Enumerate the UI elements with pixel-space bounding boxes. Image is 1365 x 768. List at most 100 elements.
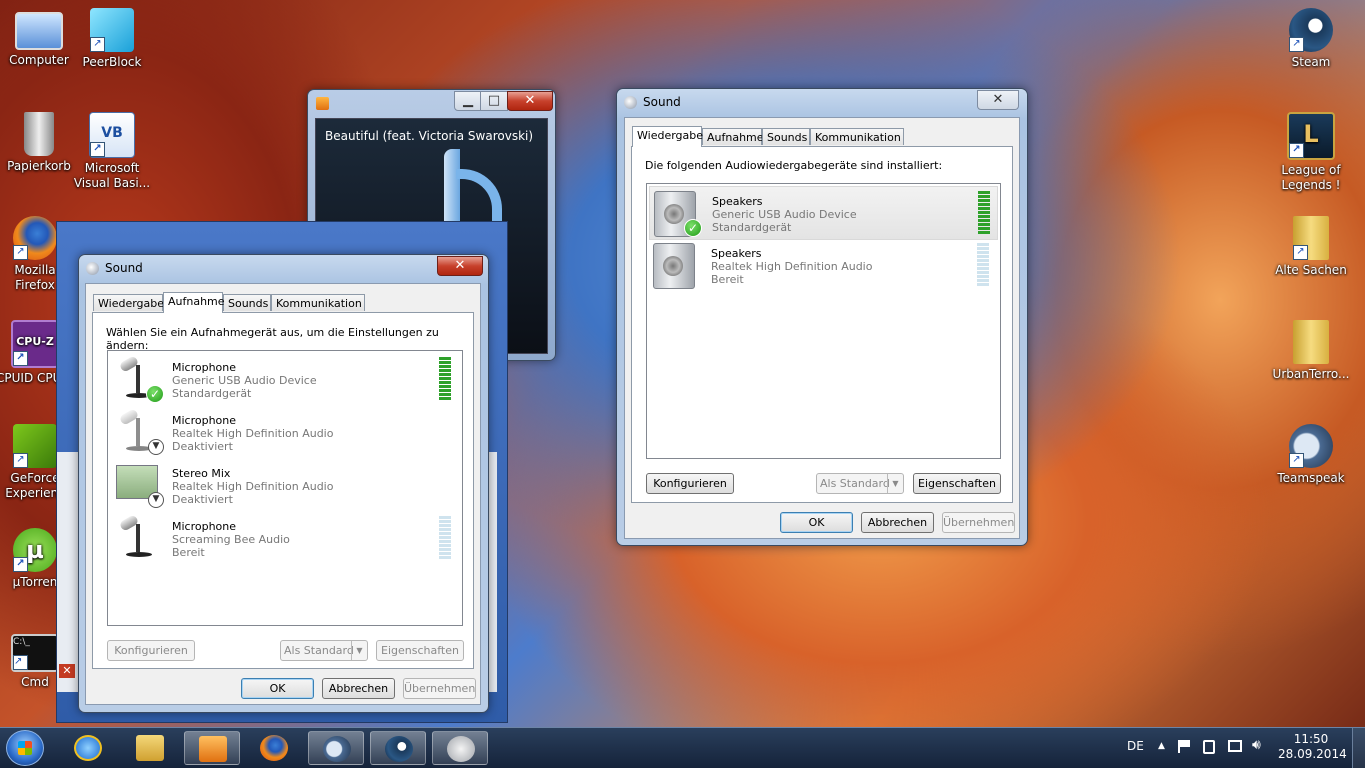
visual-basic-icon: VB ↗ [89, 112, 135, 158]
meter-segment [977, 243, 989, 246]
device-list[interactable]: ✓ Speakers Generic USB Audio Device Stan… [646, 183, 1001, 459]
action-center-flag-icon[interactable] [1178, 740, 1192, 753]
utorrent-icon: µ ↗ [13, 528, 57, 572]
dialog-client: Wiedergabe Aufnahme Sounds Kommunikation… [85, 283, 481, 705]
meter-segment [978, 219, 990, 222]
meter-segment [439, 536, 451, 539]
media-player-icon [199, 736, 227, 762]
cancel-button[interactable]: Abbrechen [861, 512, 934, 533]
device-name: Microphone [172, 520, 237, 533]
language-indicator[interactable]: DE [1127, 739, 1144, 753]
taskbar-ie[interactable] [60, 731, 116, 765]
shortcut-arrow-icon: ↗ [90, 142, 105, 157]
tab-panel: Die folgenden Audiowiedergabegeräte sind… [631, 146, 1013, 503]
meter-segment [439, 544, 451, 547]
desktop-icon-peerblock[interactable]: ↗ PeerBlock [73, 8, 151, 70]
desktop-icon-alte-sachen[interactable]: ↗ Alte Sachen [1272, 216, 1350, 278]
device-list[interactable]: ✓ Microphone Generic USB Audio Device St… [107, 350, 463, 626]
desktop-icon-computer[interactable]: Computer [0, 8, 78, 68]
tab-aufnahme[interactable]: Aufnahme [163, 292, 225, 313]
tab-wiedergabe[interactable]: Wiedergabe [93, 294, 164, 311]
device-status: Standardgerät [712, 221, 792, 234]
meter-segment [439, 361, 451, 364]
meter-segment [439, 381, 451, 384]
ok-button[interactable]: OK [780, 512, 853, 533]
maximize-button[interactable]: □ [480, 91, 508, 111]
set-default-button[interactable]: Als Standard ▼ [280, 640, 368, 661]
ok-button[interactable]: OK [241, 678, 314, 699]
list-item[interactable]: ▼ Stereo Mix Realtek High Definition Aud… [110, 459, 460, 511]
properties-button[interactable]: Eigenschaften [913, 473, 1001, 494]
set-default-button[interactable]: Als Standard ▼ [816, 473, 904, 494]
taskbar-steam[interactable] [370, 731, 426, 765]
show-hidden-icons-icon[interactable]: ▲ [1158, 741, 1165, 751]
meter-segment [439, 528, 451, 531]
tab-kommunikation[interactable]: Kommunikation [271, 294, 365, 311]
device-name: Microphone [172, 361, 237, 374]
cmd-icon: C:\_ ↗ [11, 634, 59, 672]
dialog-client: Wiedergabe Aufnahme Sounds Kommunikation… [624, 117, 1020, 539]
minimize-button[interactable]: ▁ [454, 91, 482, 111]
configure-button[interactable]: Konfigurieren [107, 640, 195, 661]
desktop-icon-steam[interactable]: ↗ Steam [1272, 8, 1350, 70]
dropdown-arrow-icon[interactable]: ▼ [351, 641, 367, 660]
taskbar-firefox[interactable] [246, 731, 302, 765]
desktop-icon-urbanterror[interactable]: UrbanTerro... [1272, 320, 1350, 382]
meter-segment [978, 191, 990, 194]
network-icon[interactable] [1228, 740, 1242, 752]
taskbar-media-player[interactable] [184, 731, 240, 765]
device-status: Bereit [172, 546, 205, 559]
apply-button[interactable]: Übernehmen [942, 512, 1015, 533]
desktop-icon-recycle-bin[interactable]: Papierkorb [0, 112, 78, 174]
sound-dialog-recording[interactable]: Sound ✕ Wiedergabe Aufnahme Sounds Kommu… [78, 254, 489, 713]
folder-icon: ↗ [1293, 216, 1329, 260]
device-driver: Realtek High Definition Audio [172, 480, 334, 493]
list-item[interactable]: ▼ Microphone Realtek High Definition Aud… [110, 406, 460, 458]
tab-wiedergabe[interactable]: Wiedergabe [632, 126, 703, 147]
tab-aufnahme[interactable]: Aufnahme [702, 128, 764, 145]
sound-dialog-playback[interactable]: Sound ✕ Wiedergabe Aufnahme Sounds Kommu… [616, 88, 1028, 546]
clock[interactable]: 11:50 28.09.2014 [1278, 732, 1347, 762]
list-item[interactable]: Microphone Screaming Bee Audio Bereit [110, 512, 460, 564]
meter-segment [439, 524, 451, 527]
list-item[interactable]: Speakers Realtek High Definition Audio B… [649, 239, 998, 291]
meter-segment [978, 203, 990, 206]
close-button[interactable]: ✕ [507, 91, 553, 111]
tab-sounds[interactable]: Sounds [223, 294, 271, 311]
device-name: Microphone [172, 414, 237, 427]
power-icon[interactable] [1203, 740, 1215, 754]
meter-segment [439, 548, 451, 551]
taskbar: DE ▲ 🔊︎ 11:50 28.09.2014 [0, 727, 1365, 768]
taskbar-sound[interactable] [432, 731, 488, 765]
taskbar-explorer[interactable] [122, 731, 178, 765]
firefox-icon: ↗ [13, 216, 57, 260]
dropdown-arrow-icon[interactable]: ▼ [887, 474, 903, 493]
meter-segment [977, 271, 989, 274]
set-default-label: Als Standard [820, 477, 890, 490]
tab-sounds[interactable]: Sounds [762, 128, 810, 145]
apply-button[interactable]: Übernehmen [403, 678, 476, 699]
close-button[interactable]: ✕ [977, 90, 1019, 110]
list-item[interactable]: ✓ Speakers Generic USB Audio Device Stan… [649, 186, 998, 240]
microphone-device-icon [118, 514, 158, 560]
close-button[interactable]: ✕ [437, 256, 483, 276]
desktop-icon-teamspeak[interactable]: ↗ Teamspeak [1272, 424, 1350, 486]
desktop-icon-league[interactable]: L ↗ League of Legends ! [1272, 112, 1350, 193]
meter-segment [978, 195, 990, 198]
volume-icon[interactable]: 🔊︎ [1252, 737, 1261, 753]
taskbar-teamspeak[interactable] [308, 731, 364, 765]
show-desktop-button[interactable] [1352, 728, 1365, 768]
speaker-icon [447, 736, 475, 762]
start-button[interactable] [6, 730, 44, 766]
list-item[interactable]: ✓ Microphone Generic USB Audio Device St… [110, 353, 460, 405]
desktop-icon-visual-basic[interactable]: VB ↗ Microsoft Visual Basi... [73, 112, 151, 191]
configure-button[interactable]: Konfigurieren [646, 473, 734, 494]
properties-button[interactable]: Eigenschaften [376, 640, 464, 661]
background-close-icon[interactable]: ✕ [59, 664, 75, 678]
shortcut-arrow-icon: ↗ [13, 245, 28, 260]
cancel-button[interactable]: Abbrechen [322, 678, 395, 699]
media-player-icon [316, 97, 329, 110]
window-title: Sound [643, 95, 681, 109]
tab-kommunikation[interactable]: Kommunikation [810, 128, 904, 145]
shortcut-arrow-icon: ↗ [13, 351, 28, 366]
